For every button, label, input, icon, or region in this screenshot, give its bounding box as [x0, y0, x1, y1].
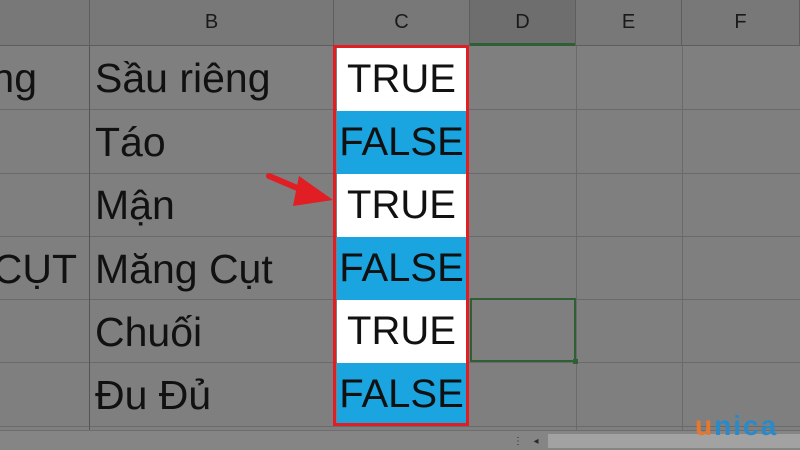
logo-text: nica — [714, 410, 779, 441]
cell-c4[interactable]: FALSE — [337, 237, 466, 300]
cell-b2[interactable]: Táo — [95, 111, 166, 174]
cell-c6[interactable]: FALSE — [337, 363, 466, 426]
horizontal-scrollbar[interactable]: ⋮ ◂ — [0, 430, 800, 450]
cell-b5[interactable]: Chuối — [95, 301, 202, 364]
cell-b4[interactable]: Măng Cụt — [95, 238, 273, 301]
cell-b3[interactable]: Mận — [95, 174, 175, 237]
column-header-c[interactable]: C — [334, 0, 470, 46]
unica-logo: u nica — [695, 410, 778, 442]
logo-letter-u: u — [695, 410, 715, 441]
column-header-b[interactable]: B — [90, 0, 334, 46]
cell-a1[interactable]: ng — [0, 47, 89, 110]
cell-b1[interactable]: Sầu riêng — [95, 47, 271, 110]
cell-c3[interactable]: TRUE — [337, 174, 466, 237]
column-header-e[interactable]: E — [576, 0, 682, 46]
cell-b6[interactable]: Đu Đủ — [95, 364, 211, 427]
column-header-d[interactable]: D — [470, 0, 576, 46]
cell-a4[interactable]: CỤT — [0, 238, 89, 301]
cell-c2[interactable]: FALSE — [337, 111, 466, 174]
cell-c1[interactable]: TRUE — [337, 48, 466, 111]
drag-handle-icon[interactable]: ⋮ — [512, 435, 524, 447]
column-header-f[interactable]: F — [682, 0, 800, 46]
active-cell-d5[interactable] — [470, 298, 578, 364]
scroll-left-icon[interactable]: ◂ — [530, 435, 542, 447]
column-header-a[interactable] — [0, 0, 90, 46]
cell-c5[interactable]: TRUE — [337, 300, 466, 363]
pointer-arrow-icon — [266, 173, 333, 206]
